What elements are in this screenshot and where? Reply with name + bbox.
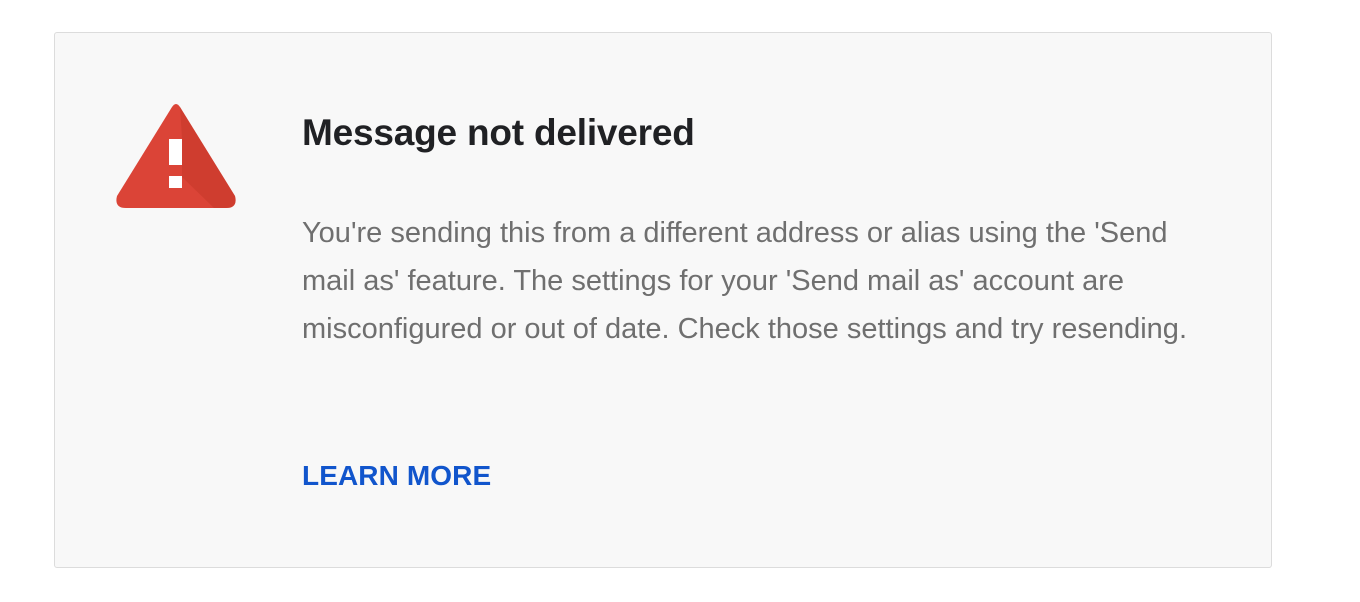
message-content: Message not delivered You're sending thi… <box>302 110 1202 353</box>
error-message: You're sending this from a different add… <box>302 217 1187 345</box>
warning-icon <box>114 100 238 210</box>
learn-more-link[interactable]: LEARN MORE <box>302 457 491 495</box>
page-title: Message not delivered <box>302 112 695 153</box>
